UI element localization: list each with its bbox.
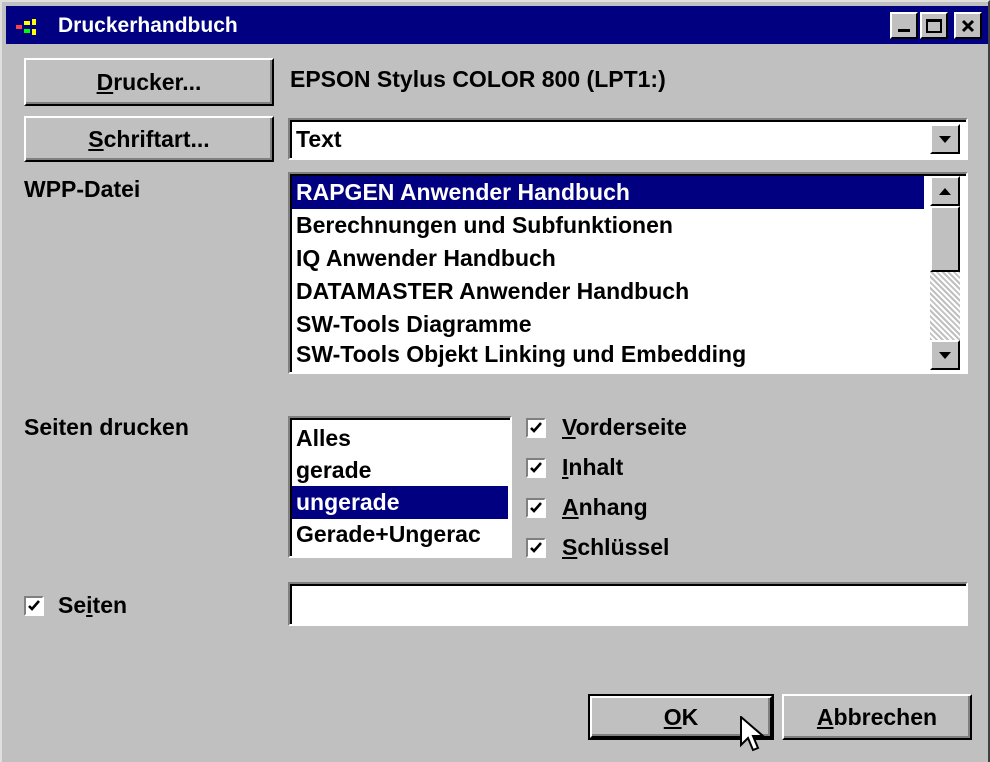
font-combobox-value: Text [296, 126, 342, 152]
font-dropdown-button[interactable] [930, 124, 960, 154]
minimize-button[interactable] [890, 12, 918, 39]
maximize-icon [926, 18, 942, 33]
list-item[interactable]: RAPGEN Anwender Handbuch [292, 176, 924, 209]
font-combobox[interactable]: Text [288, 118, 968, 160]
ok-button-label: OK [663, 703, 699, 730]
wpp-listbox[interactable]: RAPGEN Anwender Handbuch Berechnungen un… [288, 172, 968, 374]
checkbox-schluessel[interactable]: Schlüssel [526, 534, 726, 564]
pages-listbox[interactable]: Alles gerade ungerade Gerade+Ungerac [288, 416, 512, 558]
close-button[interactable] [954, 12, 982, 39]
checkmark-icon [530, 462, 542, 473]
maximize-button[interactable] [920, 12, 948, 39]
mouse-cursor-icon [740, 714, 766, 760]
wpp-scrollbar[interactable] [930, 176, 960, 370]
scroll-thumb[interactable] [930, 206, 960, 272]
printer-button-label: Drucker... [96, 68, 202, 95]
list-item[interactable]: IQ Anwender Handbuch [292, 242, 924, 275]
scroll-track[interactable] [930, 272, 960, 340]
list-item[interactable]: Gerade+Ungerac [292, 518, 508, 551]
font-button-label: Schriftart... [88, 125, 210, 152]
checkbox-label: Inhalt [562, 454, 624, 480]
font-button[interactable]: Schriftart... [24, 116, 274, 162]
checkbox-vorderseite[interactable]: Vorderseite [526, 414, 726, 444]
checkbox-seiten[interactable]: Seiten [24, 592, 224, 622]
scroll-down-button[interactable] [930, 340, 960, 370]
checkmark-icon [530, 542, 542, 553]
scroll-up-button[interactable] [930, 176, 960, 206]
list-item[interactable]: Berechnungen und Subfunktionen [292, 209, 924, 242]
app-icon [14, 16, 50, 36]
title-bar[interactable]: Druckerhandbuch [6, 6, 988, 44]
checkbox-label: Anhang [562, 494, 648, 520]
pages-label: Seiten drucken [24, 414, 189, 440]
checkmark-icon [530, 502, 542, 513]
list-item[interactable]: ungerade [292, 486, 508, 519]
checkbox-box[interactable] [526, 498, 546, 518]
list-item[interactable]: Alles [292, 422, 508, 455]
checkmark-icon [530, 422, 542, 433]
printer-button[interactable]: Drucker... [24, 58, 274, 106]
list-item[interactable]: DATAMASTER Anwender Handbuch [292, 275, 924, 308]
checkbox-anhang[interactable]: Anhang [526, 494, 726, 524]
printer-name: EPSON Stylus COLOR 800 (LPT1:) [290, 66, 666, 92]
checkbox-box[interactable] [526, 458, 546, 478]
list-item[interactable]: SW-Tools Diagramme [292, 308, 924, 341]
checkbox-label: Seiten [58, 592, 128, 618]
checkbox-label: Vorderseite [562, 414, 687, 440]
minimize-icon [898, 29, 910, 32]
cancel-button-label: Abbrechen [816, 703, 938, 730]
list-item[interactable]: SW-Tools Objekt Linking und Embedding [292, 338, 924, 371]
chevron-down-icon [939, 135, 951, 143]
list-item[interactable]: gerade [292, 454, 508, 487]
pages-input[interactable] [288, 582, 968, 626]
arrow-down-icon [939, 351, 951, 359]
checkbox-box[interactable] [526, 538, 546, 558]
checkbox-box[interactable] [526, 418, 546, 438]
checkmark-icon [28, 600, 40, 611]
arrow-up-icon [939, 187, 951, 195]
checkbox-inhalt[interactable]: Inhalt [526, 454, 726, 484]
close-icon [961, 12, 975, 39]
cancel-button[interactable]: Abbrechen [782, 694, 972, 740]
checkbox-box[interactable] [24, 596, 44, 616]
checkbox-label: Schlüssel [562, 534, 670, 560]
wpp-label: WPP-Datei [24, 176, 141, 202]
dialog-window: Druckerhandbuch Drucker... EPSON Stylus … [0, 0, 990, 762]
window-title: Druckerhandbuch [58, 14, 238, 37]
